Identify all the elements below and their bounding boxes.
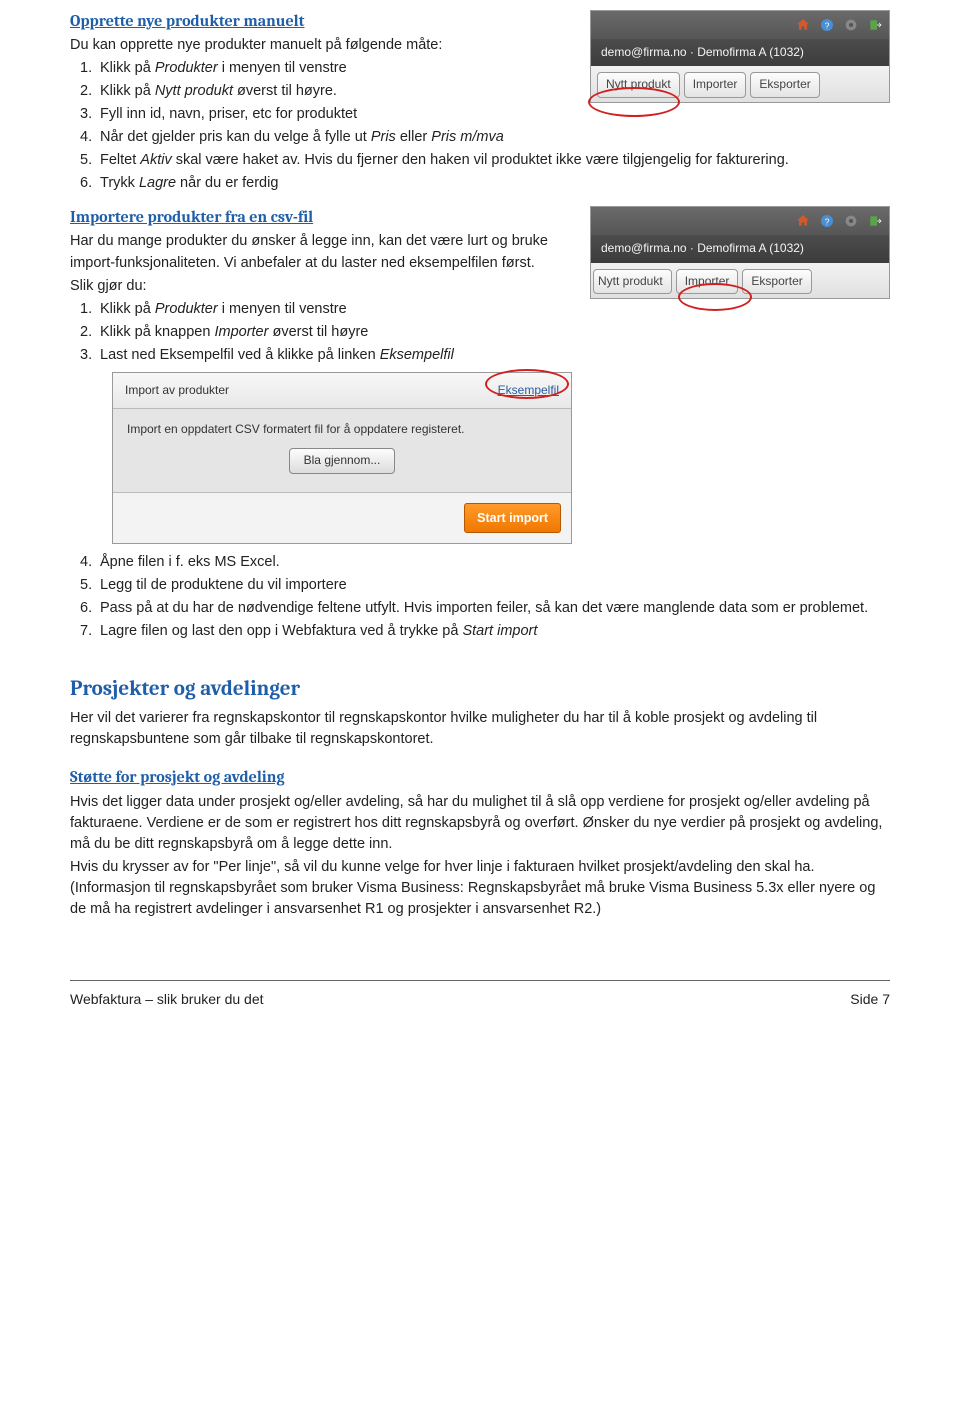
footer-page: Side 7: [850, 989, 890, 1009]
tab-eksporter[interactable]: Eksporter: [750, 72, 819, 97]
tab-nytt-produkt[interactable]: Nytt produkt: [593, 269, 672, 294]
para-prosjekter: Her vil det varierer fra regnskapskontor…: [70, 708, 890, 750]
section-importere: ? demo@firma.no · Demofirma A (1032) Nyt…: [70, 206, 890, 642]
eksempelfil-link[interactable]: Eksempelfil: [498, 382, 559, 399]
tab-nytt-produkt[interactable]: Nytt produkt: [597, 72, 680, 97]
svg-text:?: ?: [825, 20, 830, 30]
logout-icon: [867, 17, 883, 33]
list-item: 3.Last ned Eksempelfil ved å klikke på l…: [100, 345, 890, 366]
list-item: 4.Åpne filen i f. eks MS Excel.: [100, 552, 890, 573]
import-dialog-desc: Import en oppdatert CSV formatert fil fo…: [127, 421, 557, 438]
list-item: 6.Trykk Lagre når du er ferdig: [100, 173, 890, 194]
tab-importer[interactable]: Importer: [676, 269, 739, 294]
home-icon: [795, 213, 811, 229]
list-item: 3.Fyll inn id, navn, priser, etc for pro…: [100, 104, 890, 125]
import-dialog: Import av produkter Eksempelfil Import e…: [112, 372, 572, 544]
list-item: 2.Klikk på knappen Importer øverst til h…: [100, 322, 890, 343]
footer-title: Webfaktura – slik bruker du det: [70, 989, 264, 1009]
para-stotte-2: Hvis du krysser av for "Per linje", så v…: [70, 857, 890, 920]
steps-importere-b: 4.Åpne filen i f. eks MS Excel. 5.Legg t…: [70, 552, 890, 642]
help-icon: ?: [819, 213, 835, 229]
logout-icon: [867, 213, 883, 229]
screenshot-importer: ? demo@firma.no · Demofirma A (1032) Nyt…: [590, 206, 890, 299]
screenshot-userline: demo@firma.no · Demofirma A (1032): [591, 39, 889, 66]
start-import-button[interactable]: Start import: [464, 503, 561, 533]
heading-prosjekter: Prosjekter og avdelinger: [70, 674, 890, 704]
home-icon: [795, 17, 811, 33]
heading-stotte: Støtte for prosjekt og avdeling: [70, 766, 890, 789]
browse-button[interactable]: Bla gjennom...: [289, 448, 396, 473]
list-item: 1.Klikk på Produkter i menyen til venstr…: [100, 299, 890, 320]
tab-eksporter[interactable]: Eksporter: [742, 269, 811, 294]
steps-importere-a: 1.Klikk på Produkter i menyen til venstr…: [70, 299, 890, 366]
list-item: 5.Feltet Aktiv skal være haket av. Hvis …: [100, 150, 890, 171]
gear-icon: [843, 17, 859, 33]
section-opprette: ? demo@firma.no · Demofirma A (1032) Nyt…: [70, 10, 890, 196]
import-dialog-title: Import av produkter: [125, 382, 229, 399]
page-footer: Webfaktura – slik bruker du det Side 7: [70, 981, 890, 1013]
list-item: 6.Pass på at du har de nødvendige felten…: [100, 598, 890, 619]
screenshot-toolbar: ?: [591, 207, 889, 235]
screenshot-tabs: Nytt produkt Importer Eksporter: [591, 263, 889, 298]
para-stotte-1: Hvis det ligger data under prosjekt og/e…: [70, 792, 890, 855]
screenshot-userline: demo@firma.no · Demofirma A (1032): [591, 235, 889, 262]
list-item: 7.Lagre filen og last den opp i Webfaktu…: [100, 621, 890, 642]
help-icon: ?: [819, 17, 835, 33]
list-item: 5.Legg til de produktene du vil importer…: [100, 575, 890, 596]
gear-icon: [843, 213, 859, 229]
list-item: 4.Når det gjelder pris kan du velge å fy…: [100, 127, 890, 148]
screenshot-tabs: Nytt produkt Importer Eksporter: [591, 66, 889, 101]
svg-text:?: ?: [825, 217, 830, 227]
screenshot-nytt-produkt: ? demo@firma.no · Demofirma A (1032) Nyt…: [590, 10, 890, 103]
screenshot-toolbar: ?: [591, 11, 889, 39]
tab-importer[interactable]: Importer: [684, 72, 747, 97]
